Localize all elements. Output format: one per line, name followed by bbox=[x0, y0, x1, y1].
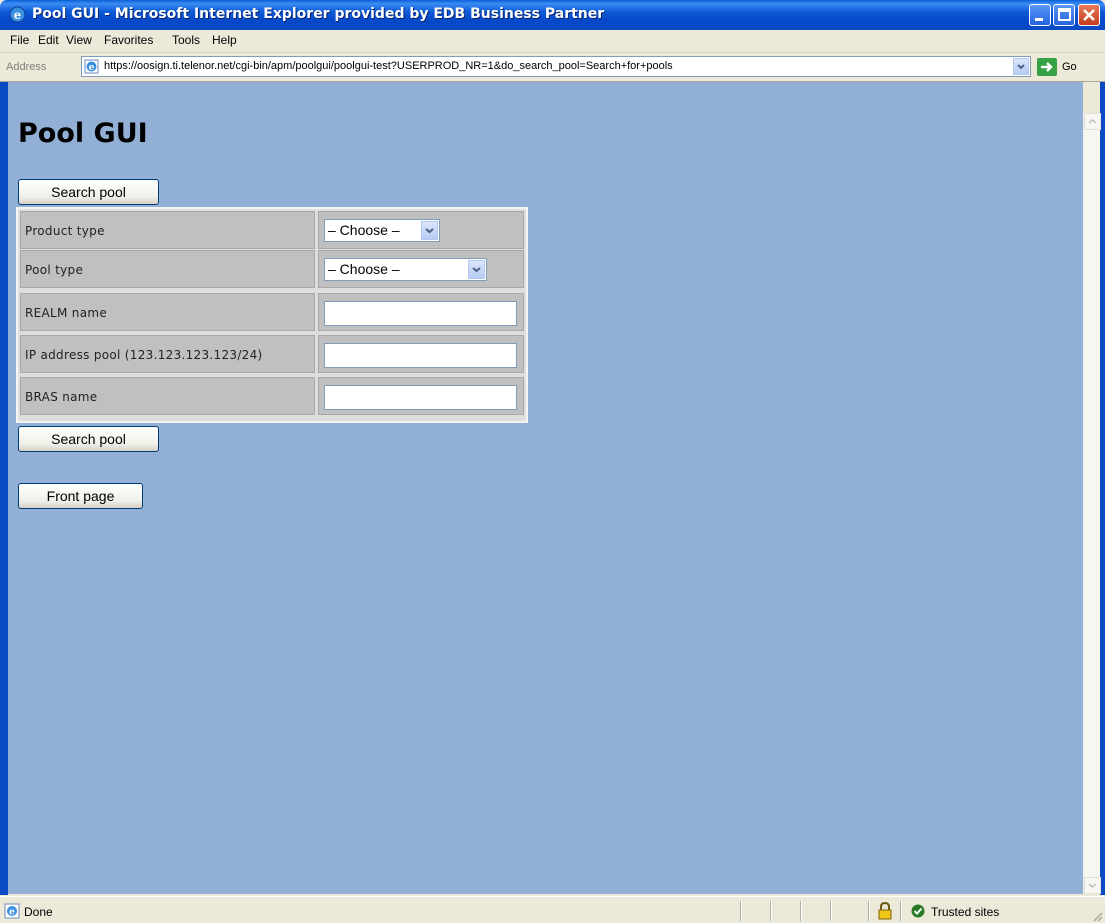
menu-favorites[interactable]: Favorites bbox=[104, 33, 153, 47]
front-page-button[interactable]: Front page bbox=[18, 483, 143, 509]
product-type-label: Product type bbox=[20, 211, 315, 249]
search-pool-button-bottom[interactable]: Search pool bbox=[18, 426, 159, 452]
menu-help[interactable]: Help bbox=[212, 33, 237, 47]
status-divider bbox=[830, 901, 832, 921]
page-content: Pool GUI Search pool Product type – Choo… bbox=[8, 82, 1083, 894]
bras-name-cell bbox=[318, 377, 524, 415]
minimize-icon bbox=[1035, 18, 1043, 21]
row-pool-type: Pool type – Choose – bbox=[20, 250, 524, 288]
status-divider bbox=[868, 901, 870, 921]
status-divider bbox=[770, 901, 772, 921]
menu-bar: File Edit View Favorites Tools Help bbox=[0, 30, 1105, 78]
status-divider bbox=[740, 901, 742, 921]
pool-type-select[interactable]: – Choose – bbox=[324, 258, 487, 281]
realm-name-label: REALM name bbox=[20, 293, 315, 331]
product-type-select[interactable]: – Choose – bbox=[324, 219, 440, 242]
row-ip-address-pool: IP address pool (123.123.123.123/24) bbox=[20, 335, 524, 373]
browser-window: e Pool GUI - Microsoft Internet Explorer… bbox=[0, 0, 1105, 923]
row-product-type: Product type – Choose – bbox=[20, 211, 524, 249]
address-dropdown-button[interactable] bbox=[1013, 58, 1029, 75]
pool-type-label: Pool type bbox=[20, 250, 315, 288]
close-button[interactable] bbox=[1078, 4, 1100, 26]
svg-text:e: e bbox=[14, 8, 22, 22]
minimize-button[interactable] bbox=[1029, 4, 1051, 26]
chevron-up-icon bbox=[1088, 119, 1097, 124]
maximize-button[interactable] bbox=[1053, 4, 1075, 26]
search-pool-button-top[interactable]: Search pool bbox=[18, 179, 159, 205]
go-label[interactable]: Go bbox=[1062, 61, 1077, 73]
menu-view[interactable]: View bbox=[66, 33, 92, 47]
chevron-down-icon bbox=[1017, 64, 1025, 70]
realm-name-input[interactable] bbox=[324, 301, 517, 326]
scroll-up-button[interactable] bbox=[1084, 113, 1101, 130]
ip-address-pool-input[interactable] bbox=[324, 343, 517, 368]
page-title: Pool GUI bbox=[18, 118, 148, 149]
window-border-right bbox=[1100, 82, 1105, 895]
pool-type-dropdown-arrow[interactable] bbox=[468, 260, 485, 279]
title-bar[interactable]: e Pool GUI - Microsoft Internet Explorer… bbox=[0, 0, 1105, 30]
address-url: https://oosign.ti.telenor.net/cgi-bin/ap… bbox=[104, 60, 673, 72]
product-type-value: – Choose – bbox=[328, 222, 400, 238]
pool-type-value: – Choose – bbox=[328, 261, 400, 277]
vertical-scrollbar[interactable] bbox=[1083, 113, 1101, 894]
scroll-down-button[interactable] bbox=[1084, 877, 1101, 894]
search-form-table: Product type – Choose – Pool type – Choo… bbox=[16, 207, 528, 423]
menu-edit[interactable]: Edit bbox=[38, 33, 59, 47]
pool-type-cell: – Choose – bbox=[318, 250, 524, 288]
realm-name-cell bbox=[318, 293, 524, 331]
row-realm-name: REALM name bbox=[20, 293, 524, 331]
page-done-icon: e bbox=[4, 903, 20, 919]
go-button[interactable] bbox=[1037, 58, 1057, 76]
address-input[interactable]: e https://oosign.ti.telenor.net/cgi-bin/… bbox=[81, 56, 1031, 77]
address-label: Address bbox=[6, 61, 47, 73]
page-icon: e bbox=[84, 59, 99, 74]
svg-text:e: e bbox=[9, 908, 15, 918]
maximize-icon bbox=[1058, 8, 1071, 21]
product-type-dropdown-arrow[interactable] bbox=[421, 221, 438, 240]
status-divider bbox=[800, 901, 802, 921]
trusted-sites-check-icon bbox=[911, 904, 925, 918]
bras-name-label: BRAS name bbox=[20, 377, 315, 415]
status-bar: e Done Trusted sites bbox=[0, 896, 1105, 923]
lock-icon[interactable] bbox=[877, 902, 893, 920]
resize-grip-icon[interactable] bbox=[1091, 910, 1103, 922]
product-type-cell: – Choose – bbox=[318, 211, 524, 249]
chevron-down-icon bbox=[425, 228, 434, 234]
ip-address-pool-cell bbox=[318, 335, 524, 373]
menu-file[interactable]: File bbox=[10, 33, 29, 47]
chevron-down-icon bbox=[1088, 883, 1097, 888]
svg-text:e: e bbox=[89, 63, 95, 73]
window-border-left bbox=[0, 82, 8, 895]
close-icon bbox=[1083, 9, 1095, 21]
bras-name-input[interactable] bbox=[324, 385, 517, 410]
go-arrow-icon bbox=[1041, 62, 1053, 72]
status-divider bbox=[900, 901, 902, 921]
menu-tools[interactable]: Tools bbox=[172, 33, 200, 47]
ie-logo-icon: e bbox=[9, 6, 26, 23]
security-zone-label: Trusted sites bbox=[931, 905, 1000, 919]
chevron-down-icon bbox=[472, 267, 481, 273]
address-bar: Address e https://oosign.ti.telenor.net/… bbox=[0, 53, 1105, 82]
window-title: Pool GUI - Microsoft Internet Explorer p… bbox=[32, 6, 605, 22]
row-bras-name: BRAS name bbox=[20, 377, 524, 415]
status-text: Done bbox=[24, 905, 53, 919]
ip-address-pool-label: IP address pool (123.123.123.123/24) bbox=[20, 335, 315, 373]
